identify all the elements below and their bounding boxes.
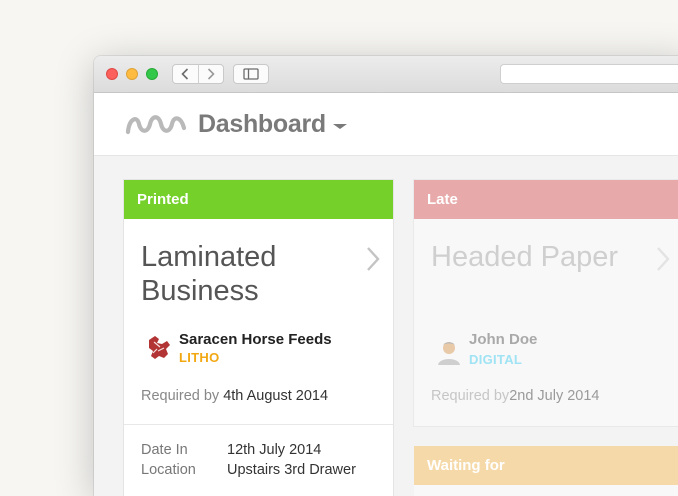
chevron-left-icon xyxy=(181,68,189,80)
job-card-late[interactable]: Late Headed Paper John Doe DIGITAL Requi… xyxy=(414,180,678,426)
print-method: DIGITAL xyxy=(469,352,523,367)
job-card-waiting[interactable]: Waiting for xyxy=(414,446,678,496)
job-card-printed[interactable]: Printed Laminated Business Saracen Horse… xyxy=(124,180,393,496)
detail-date-in: Date In 12th July 2014 xyxy=(141,442,321,458)
navigation-buttons xyxy=(172,64,224,84)
status-header: Waiting for xyxy=(414,446,678,485)
address-bar[interactable] xyxy=(500,64,678,84)
status-label: Waiting for xyxy=(427,457,505,474)
page-title[interactable]: Dashboard xyxy=(198,110,326,139)
sidebar-icon xyxy=(243,68,259,80)
browser-window: Dashboard Printed Laminated Business Sar… xyxy=(94,56,678,496)
detail-label: Date In xyxy=(141,442,188,458)
window-titlebar xyxy=(94,56,678,93)
customer-name: Saracen Horse Feeds xyxy=(179,331,332,348)
status-label: Late xyxy=(427,191,458,208)
job-title: Headed Paper xyxy=(431,241,619,273)
detail-value: 12th July 2014 xyxy=(227,442,322,458)
required-date: 2nd July 2014 xyxy=(509,388,600,404)
required-date: 4th August 2014 xyxy=(223,388,329,404)
customer-logo-icon xyxy=(149,336,170,359)
minimize-window-button[interactable] xyxy=(126,68,138,80)
detail-label: Location xyxy=(141,462,196,478)
status-header: Late xyxy=(414,180,678,219)
chevron-right-icon xyxy=(207,68,215,80)
status-label: Printed xyxy=(137,191,189,208)
chevron-right-icon[interactable] xyxy=(656,246,670,272)
required-by: Required by2nd July 2014 xyxy=(431,388,599,404)
divider xyxy=(124,424,393,425)
print-method: LITHO xyxy=(179,350,220,365)
detail-value: Upstairs 3rd Drawer xyxy=(227,462,356,478)
app-header: Dashboard xyxy=(94,93,678,156)
required-label: Required by xyxy=(431,388,510,404)
detail-location: Location Upstairs 3rd Drawer xyxy=(141,462,356,478)
job-title: Laminated Business xyxy=(141,241,277,307)
required-by: Required by 4th August 2014 xyxy=(141,388,328,404)
customer-name: John Doe xyxy=(469,331,538,348)
app-logo-icon xyxy=(125,115,187,135)
required-label: Required by xyxy=(141,388,220,404)
status-header: Printed xyxy=(124,180,393,219)
back-button[interactable] xyxy=(173,65,198,83)
close-window-button[interactable] xyxy=(106,68,118,80)
chevron-right-icon[interactable] xyxy=(366,246,380,272)
zoom-window-button[interactable] xyxy=(146,68,158,80)
caret-down-icon[interactable] xyxy=(332,123,348,131)
forward-button[interactable] xyxy=(197,65,224,83)
sidebar-toggle-button[interactable] xyxy=(233,64,269,84)
user-avatar-icon xyxy=(438,342,460,365)
